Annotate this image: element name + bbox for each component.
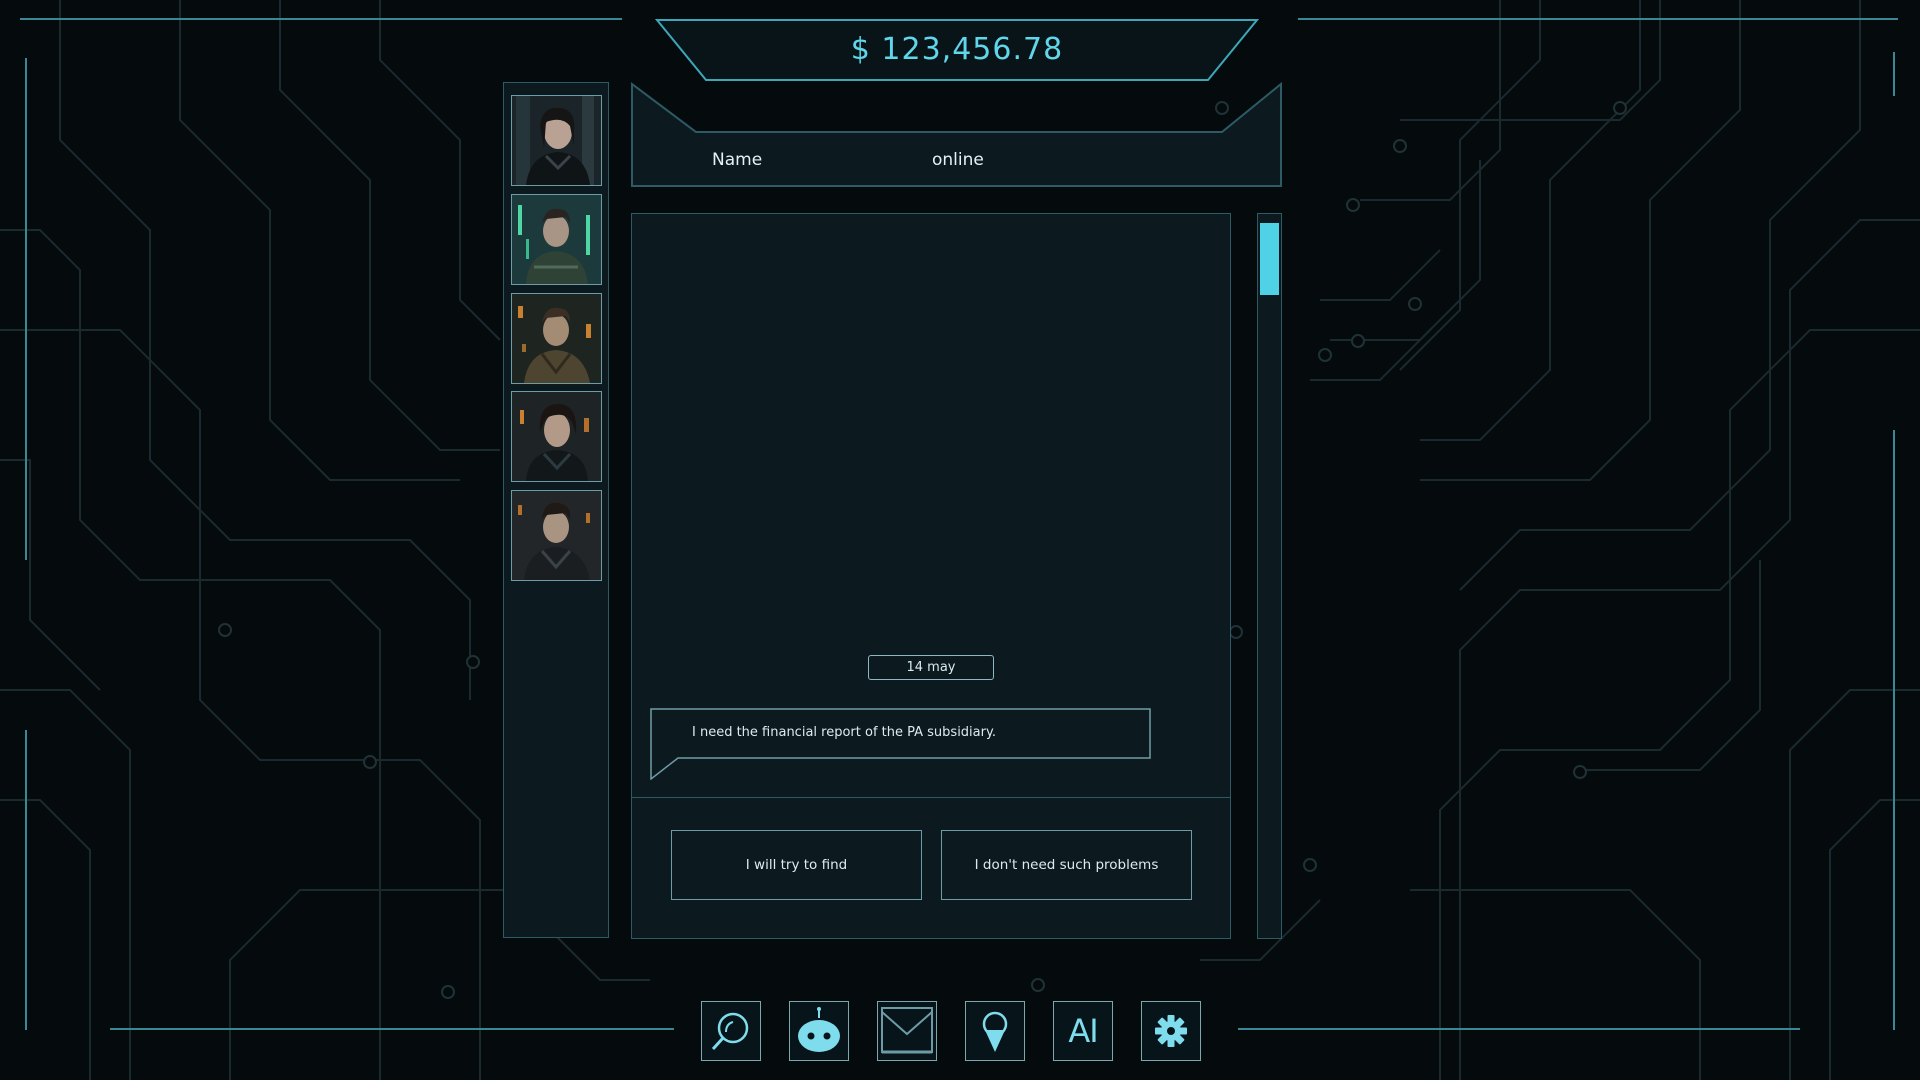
message-text: I need the financial report of the PA su… <box>692 725 996 740</box>
date-separator: 14 may <box>868 655 994 680</box>
avatar <box>512 491 601 580</box>
message-bubble: I need the financial report of the PA su… <box>650 708 1152 780</box>
contact-name: Name <box>712 150 763 170</box>
contact-avatar-4[interactable] <box>511 391 602 482</box>
robot-button[interactable] <box>789 1001 849 1061</box>
ai-icon: AI <box>1068 1012 1098 1050</box>
chat-header: Name online <box>630 82 1283 188</box>
contact-avatar-5[interactable] <box>511 490 602 581</box>
gear-icon <box>1155 1015 1187 1047</box>
robot-icon <box>798 1007 840 1052</box>
chat-scrollbar[interactable] <box>1257 213 1282 939</box>
bubble-frame <box>650 708 1151 780</box>
avatar <box>512 96 601 185</box>
mail-icon <box>881 1007 933 1054</box>
settings-button[interactable] <box>1141 1001 1201 1061</box>
chat-panel: 14 may I need the financial report of th… <box>631 213 1231 939</box>
contact-avatar-2[interactable] <box>511 194 602 285</box>
contact-avatar-1[interactable] <box>511 95 602 186</box>
mail-button[interactable] <box>877 1001 937 1061</box>
search-button[interactable] <box>701 1001 761 1061</box>
location-button[interactable] <box>965 1001 1025 1061</box>
header-frame <box>631 82 1282 187</box>
avatar <box>512 195 601 284</box>
avatar <box>512 392 601 481</box>
ai-button[interactable]: AI <box>1053 1001 1113 1061</box>
search-icon <box>711 1012 749 1051</box>
chat-divider <box>632 797 1230 798</box>
contact-status: online <box>932 150 984 170</box>
reply-option-try-find[interactable]: I will try to find <box>671 830 922 900</box>
location-pin-icon <box>982 1011 1008 1052</box>
contacts-sidebar <box>503 82 609 938</box>
balance-amount: $ 123,456.78 <box>850 32 1064 67</box>
reply-option-decline[interactable]: I don't need such problems <box>941 830 1192 900</box>
balance-display: $ 123,456.78 <box>655 18 1259 82</box>
avatar <box>512 294 601 383</box>
contact-avatar-3[interactable] <box>511 293 602 384</box>
scroll-thumb[interactable] <box>1260 223 1279 295</box>
